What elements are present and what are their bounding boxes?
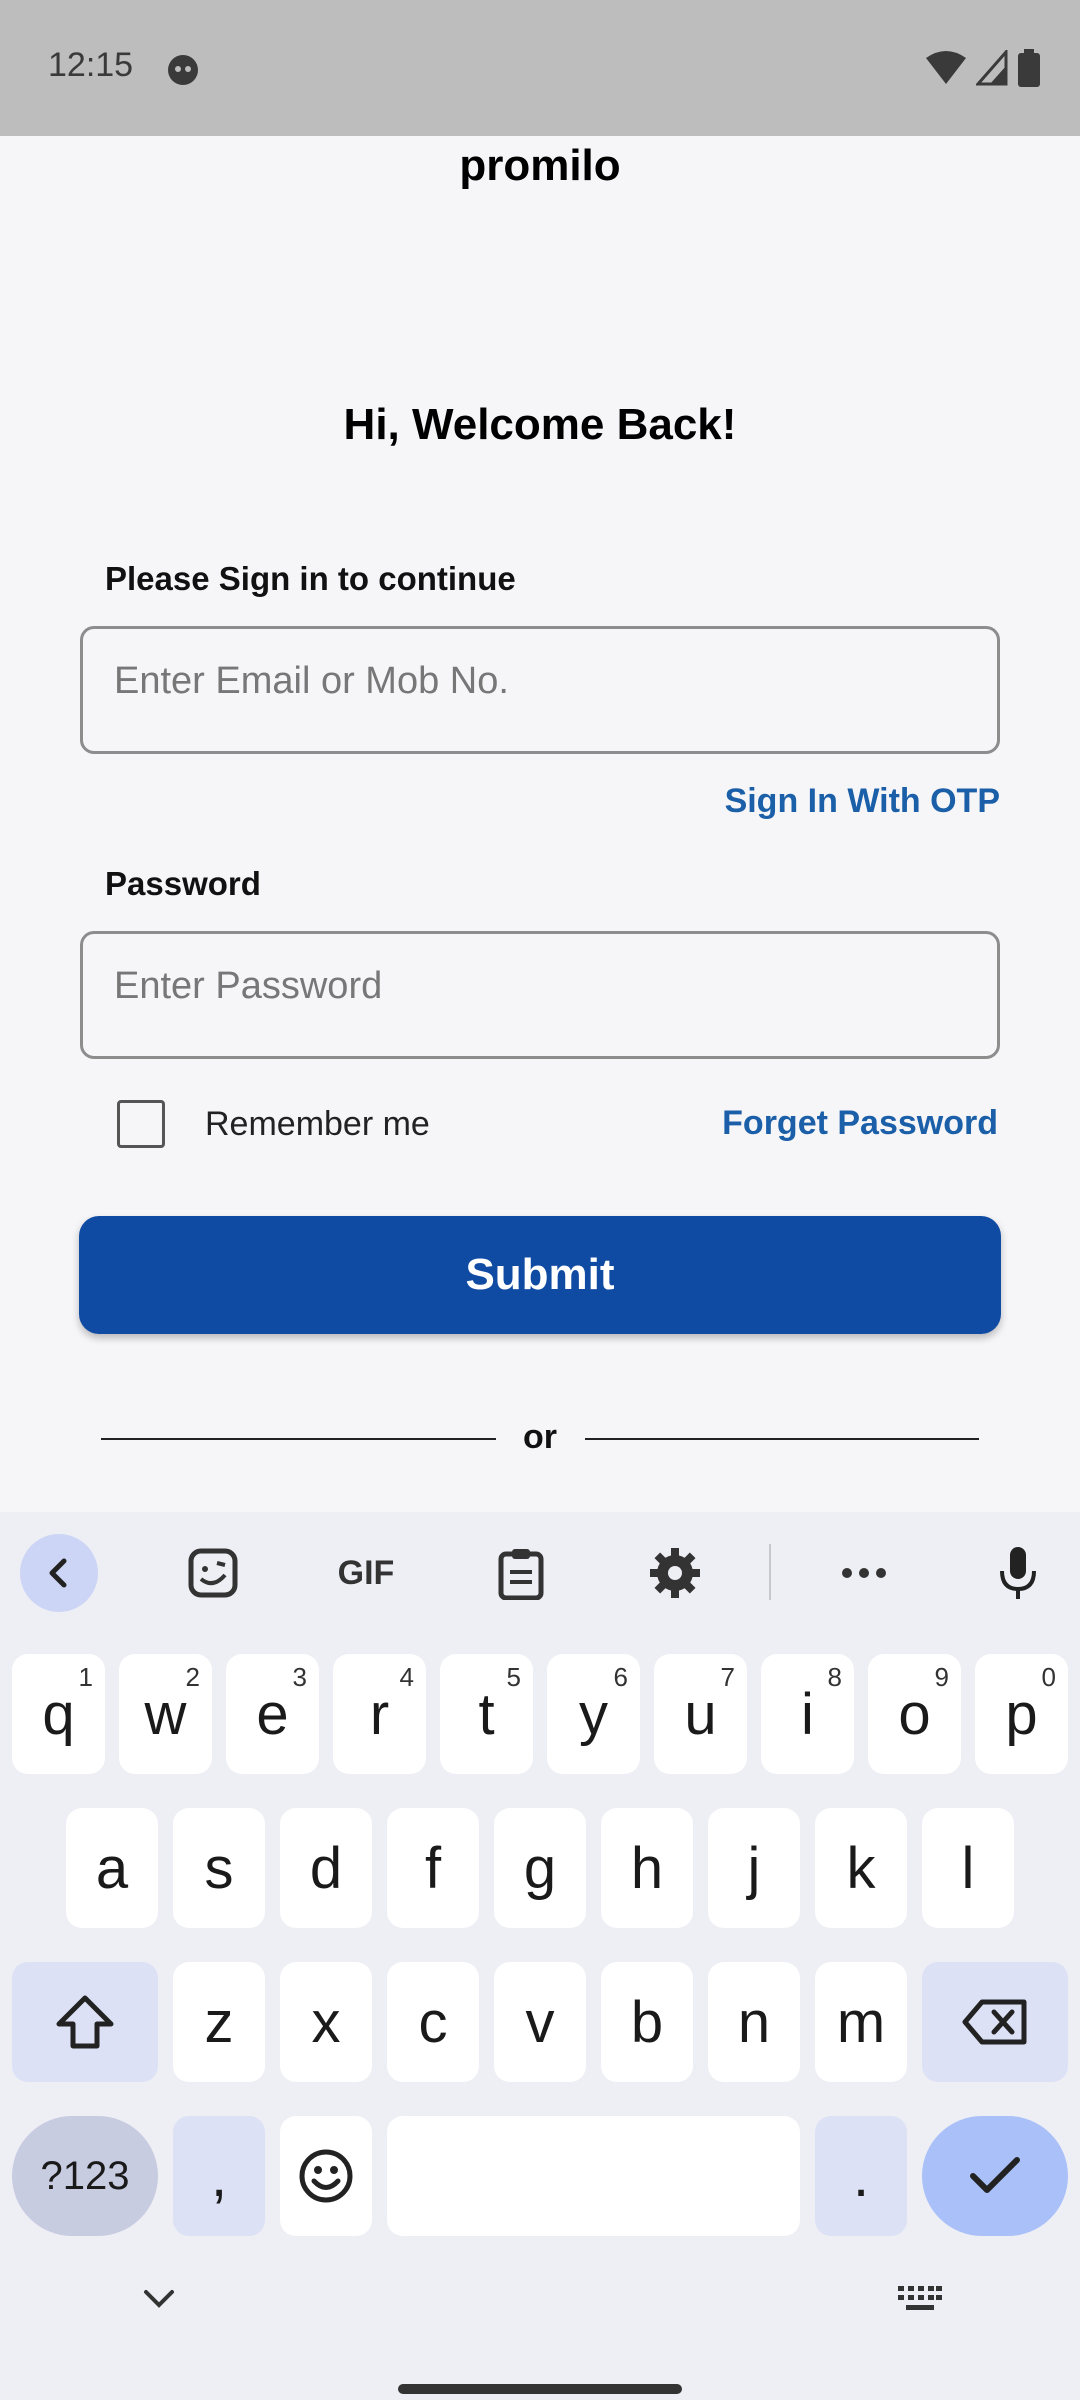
- checkmark-icon: [970, 2157, 1020, 2193]
- key-m[interactable]: m: [815, 1962, 907, 2082]
- app-brand-title: promilo: [459, 141, 621, 190]
- status-icons: [926, 49, 1040, 87]
- remember-me-label: Remember me: [205, 1104, 430, 1143]
- password-input[interactable]: [83, 934, 997, 1056]
- key-d[interactable]: d: [280, 1808, 372, 1928]
- key-label: p: [1005, 1681, 1038, 1747]
- divider-line-right: [585, 1438, 979, 1440]
- key-hint: 5: [506, 1662, 521, 1692]
- remember-me-row: Remember me: [117, 1100, 430, 1148]
- key-n[interactable]: n: [708, 1962, 800, 2082]
- key-q[interactable]: q1: [12, 1654, 105, 1774]
- sign-in-otp-link[interactable]: Sign In With OTP: [725, 782, 1000, 821]
- shift-key[interactable]: [12, 1962, 158, 2082]
- key-b[interactable]: b: [601, 1962, 693, 2082]
- enter-key[interactable]: [922, 2116, 1068, 2236]
- shift-icon: [56, 1995, 114, 2049]
- submit-button[interactable]: Submit: [79, 1216, 1001, 1334]
- key-u[interactable]: u7: [654, 1654, 747, 1774]
- status-time: 12:15: [48, 46, 134, 84]
- key-s[interactable]: s: [173, 1808, 265, 1928]
- home-indicator[interactable]: [398, 2384, 682, 2394]
- back-chevron-icon[interactable]: [20, 1534, 98, 1612]
- microphone-icon[interactable]: [979, 1534, 1057, 1612]
- wifi-icon: [926, 51, 966, 84]
- key-a[interactable]: a: [66, 1808, 158, 1928]
- backspace-key[interactable]: [922, 1962, 1068, 2082]
- key-f[interactable]: f: [387, 1808, 479, 1928]
- key-z[interactable]: z: [173, 1962, 265, 2082]
- key-label: i: [801, 1681, 814, 1747]
- key-e[interactable]: e3: [226, 1654, 319, 1774]
- key-x[interactable]: x: [280, 1962, 372, 2082]
- key-hint: 9: [934, 1662, 949, 1692]
- login-screen: promilo Hi, Welcome Back! Please Sign in…: [0, 136, 1080, 1512]
- email-field-container: [80, 626, 1000, 754]
- space-key[interactable]: [387, 2116, 800, 2236]
- key-label: t: [478, 1681, 495, 1747]
- gif-button[interactable]: GIF: [327, 1534, 405, 1612]
- key-w[interactable]: w2: [119, 1654, 212, 1774]
- key-hint: 1: [78, 1662, 93, 1692]
- keyboard-toolbar: GIF: [0, 1512, 1080, 1632]
- key-y[interactable]: y6: [547, 1654, 640, 1774]
- key-c[interactable]: c: [387, 1962, 479, 2082]
- sticker-icon[interactable]: [174, 1534, 252, 1612]
- keyboard-switch-icon[interactable]: [898, 2286, 942, 2312]
- period-key[interactable]: .: [815, 2116, 907, 2236]
- key-label: u: [684, 1681, 717, 1747]
- comma-key[interactable]: ,: [173, 2116, 265, 2236]
- key-hint: 8: [827, 1662, 842, 1692]
- password-label: Password: [105, 865, 261, 902]
- key-label: r: [369, 1681, 390, 1747]
- key-label: o: [898, 1681, 931, 1747]
- key-label: q: [42, 1681, 75, 1747]
- toolbar-separator: [769, 1544, 771, 1600]
- remember-me-checkbox[interactable]: [117, 1100, 165, 1148]
- key-p[interactable]: p0: [975, 1654, 1068, 1774]
- key-k[interactable]: k: [815, 1808, 907, 1928]
- password-field-container: [80, 931, 1000, 1059]
- key-r[interactable]: r4: [333, 1654, 426, 1774]
- status-bar: 12:15: [0, 0, 1080, 136]
- key-g[interactable]: g: [494, 1808, 586, 1928]
- forget-password-link[interactable]: Forget Password: [722, 1104, 998, 1143]
- key-i[interactable]: i8: [761, 1654, 854, 1774]
- cell-signal-icon: [976, 50, 1008, 86]
- more-icon[interactable]: [825, 1534, 903, 1612]
- key-hint: 4: [399, 1662, 414, 1692]
- key-hint: 7: [720, 1662, 735, 1692]
- or-divider: or: [0, 1418, 1080, 1458]
- settings-gear-icon[interactable]: [636, 1534, 714, 1612]
- email-input[interactable]: [83, 629, 997, 751]
- key-hint: 6: [613, 1662, 628, 1692]
- key-hint: 3: [292, 1662, 307, 1692]
- emoji-key[interactable]: [280, 2116, 372, 2236]
- keyboard-bottom-bar: [0, 2264, 1080, 2400]
- soft-keyboard: GIF q1 w2 e3 r4 t5 y6 u7 i8 o9 p0 a s d …: [0, 1512, 1080, 2400]
- key-v[interactable]: v: [494, 1962, 586, 2082]
- signin-label: Please Sign in to continue: [105, 560, 516, 597]
- emoji-icon: [299, 2149, 353, 2203]
- backspace-icon: [962, 1999, 1027, 2045]
- key-o[interactable]: o9: [868, 1654, 961, 1774]
- key-h[interactable]: h: [601, 1808, 693, 1928]
- clipboard-icon[interactable]: [482, 1534, 560, 1612]
- notification-cat-icon: [168, 55, 198, 85]
- hide-keyboard-chevron-icon[interactable]: [142, 2288, 176, 2310]
- key-label: y: [579, 1681, 608, 1747]
- key-j[interactable]: j: [708, 1808, 800, 1928]
- key-hint: 0: [1041, 1662, 1056, 1692]
- battery-icon: [1018, 49, 1040, 87]
- symbols-key[interactable]: ?123: [12, 2116, 158, 2236]
- welcome-heading: Hi, Welcome Back!: [343, 400, 737, 449]
- key-l[interactable]: l: [922, 1808, 1014, 1928]
- key-hint: 2: [185, 1662, 200, 1692]
- key-label: w: [144, 1681, 187, 1747]
- key-t[interactable]: t5: [440, 1654, 533, 1774]
- key-label: e: [256, 1681, 289, 1747]
